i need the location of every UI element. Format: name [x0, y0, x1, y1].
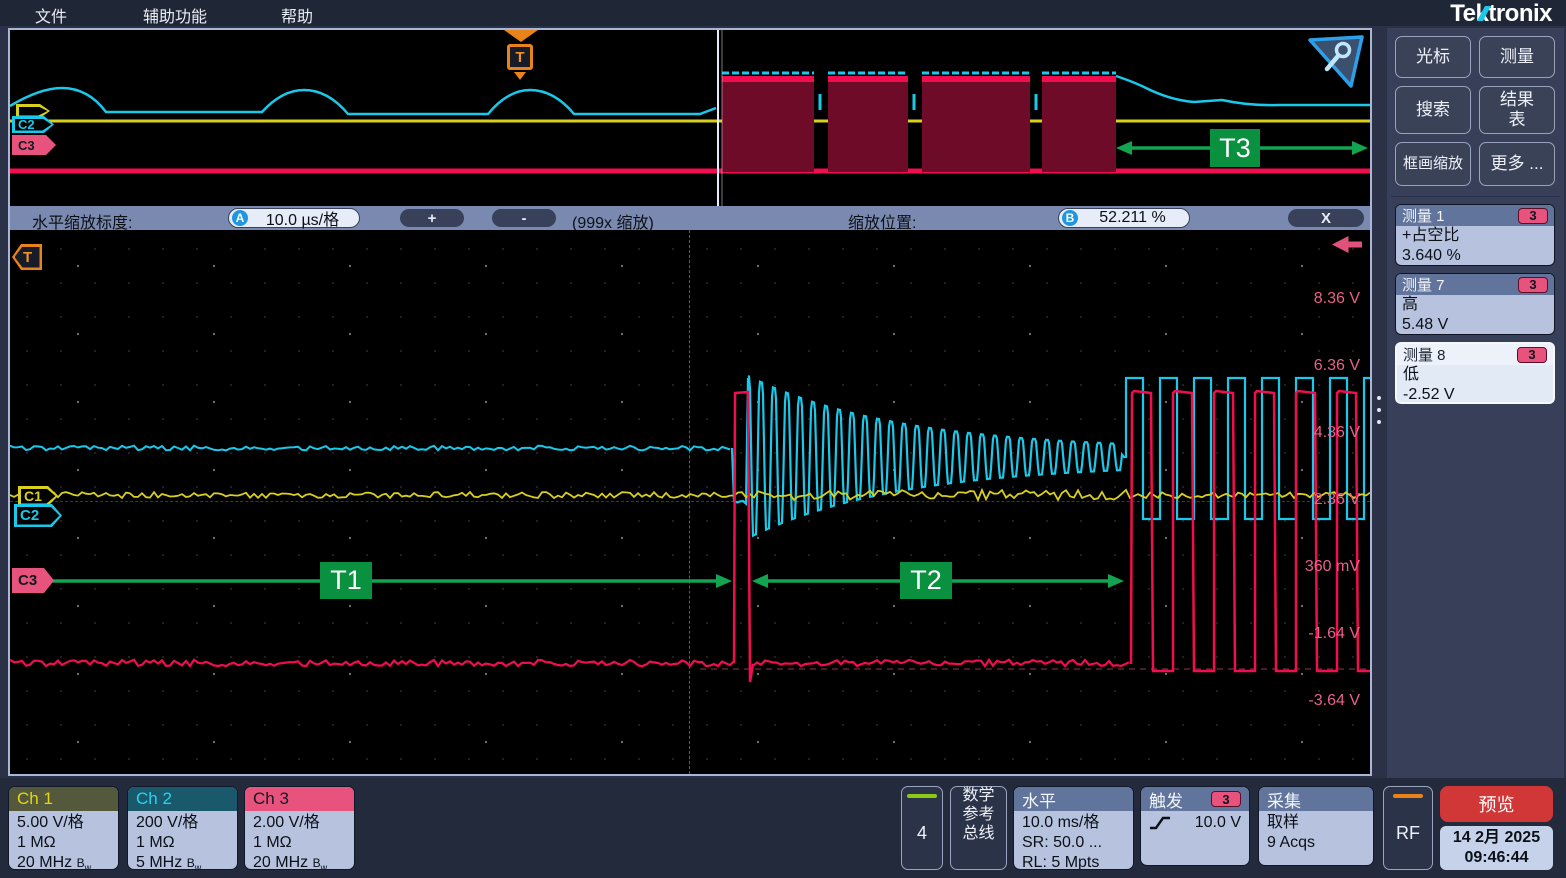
search-button[interactable]: 搜索 [1395, 86, 1471, 134]
menu-bar: 文件 辅助功能 帮助 Tektronix [0, 0, 1566, 26]
voltage-label-0: 8.36 V [1240, 290, 1360, 308]
t2-annotation-label: T2 [900, 562, 952, 599]
measurement-badge-7[interactable]: 测量 73 高5.48 V [1395, 273, 1555, 335]
zoom-out-button[interactable]: - [492, 209, 556, 227]
trigger-badge[interactable]: 触发3 10.0 V [1140, 786, 1250, 866]
measurement-badge-8[interactable]: 测量 83 低-2.52 V [1395, 342, 1555, 404]
right-sidebar: 光标 测量 搜索 结果表 框画缩放 更多 ... 测量 13 +占空比3.640… [1387, 28, 1564, 778]
knob-b-icon: B [1062, 210, 1078, 226]
preview-button[interactable]: 预览 [1440, 786, 1553, 822]
knob-a-icon: A [232, 210, 248, 226]
waveform-overview[interactable]: C2 C3 T T3 [10, 30, 1370, 206]
display-frame: C2 C3 T T3 水平缩放标度: A [8, 28, 1372, 776]
channel-marker-c2[interactable]: C2 [14, 504, 62, 527]
source-chip: 3 [1517, 347, 1547, 363]
acquisition-badge[interactable]: 采集 取样 9 Acqs [1258, 786, 1374, 866]
tektronix-logo: Tektronix [1450, 0, 1552, 28]
zoom-flag-icon[interactable] [1306, 34, 1366, 92]
zoom-control-bar: 水平缩放标度: A 10.0 µs/格 + - (999x 缩放) 缩放位置: … [10, 206, 1370, 230]
voltage-label-4: 360 mV [1240, 558, 1360, 576]
zoom-position-knob[interactable]: B 52.211 % [1058, 208, 1190, 228]
voltage-label-5: -1.64 V [1240, 625, 1360, 643]
t3-annotation-label: T3 [1210, 129, 1260, 167]
bottom-bar: Ch 1 5.00 V/格 1 MΩ 20 MHz Bw Ch 2 200 V/… [0, 778, 1566, 878]
trigger-source-chip: 3 [1211, 791, 1241, 807]
channel-badge-ch2[interactable]: Ch 2 200 V/格 1 MΩ 5 MHz Bw [127, 786, 238, 870]
measurement-badge-1[interactable]: 测量 13 +占空比3.640 % [1395, 204, 1555, 266]
zoom-scale-knob[interactable]: A 10.0 µs/格 [228, 208, 360, 228]
main-waveforms [10, 230, 1370, 774]
trigger-position-pointer [514, 72, 526, 80]
menu-utility[interactable]: 辅助功能 [143, 3, 207, 27]
draw-a-box-zoom-button[interactable]: 框画缩放 [1395, 142, 1471, 186]
zoom-close-button[interactable]: X [1288, 209, 1364, 227]
panel-drag-handle[interactable] [1377, 396, 1383, 424]
trigger-position-triangle[interactable] [504, 30, 538, 42]
date-time-display: 14 2月 202509:46:44 [1440, 826, 1553, 870]
channel-badge-ch1[interactable]: Ch 1 5.00 V/格 1 MΩ 20 MHz Bw [8, 786, 119, 870]
cursors-button[interactable]: 光标 [1395, 36, 1471, 78]
t1-annotation-label: T1 [320, 562, 372, 599]
source-chip: 3 [1518, 208, 1548, 224]
zoom-scale-label: 水平缩放标度: [32, 209, 132, 230]
menu-file[interactable]: 文件 [35, 3, 67, 27]
zoom-in-button[interactable]: + [400, 209, 464, 227]
math-ref-bus-button[interactable]: 数学参考总线 [950, 786, 1007, 870]
channel-badge-ch4-off[interactable]: 4 [901, 786, 943, 870]
measure-button[interactable]: 测量 [1479, 36, 1555, 78]
voltage-label-1: 6.36 V [1240, 357, 1360, 375]
horizontal-badge[interactable]: 水平 10.0 ms/格 SR: 50.0 ... RL: 5 Mpts [1013, 786, 1134, 870]
menu-help[interactable]: 帮助 [281, 3, 313, 27]
trigger-position-marker[interactable]: T [507, 44, 533, 70]
rising-edge-icon [1149, 814, 1171, 832]
sidebar-divider [1391, 196, 1560, 197]
rf-badge[interactable]: RF [1383, 786, 1433, 870]
voltage-label-3: 2.36 V [1240, 491, 1360, 509]
voltage-label-6: -3.64 V [1240, 692, 1360, 710]
voltage-label-2: 4.36 V [1240, 424, 1360, 442]
more-button[interactable]: 更多 ... [1479, 142, 1555, 186]
channel-badge-ch3[interactable]: Ch 3 2.00 V/格 1 MΩ 20 MHz Bw [244, 786, 355, 870]
zoom-position-label: 缩放位置: [848, 209, 916, 230]
zoom-factor-label: (999x 缩放) [572, 209, 654, 230]
overview-waveforms [10, 30, 1370, 206]
oscilloscope-app: 文件 辅助功能 帮助 Tektronix C2 C3 T [0, 0, 1566, 878]
results-table-button[interactable]: 结果表 [1479, 86, 1555, 134]
source-chip: 3 [1518, 277, 1548, 293]
main-graticule[interactable]: T C1 C2 C3 8.36 V 6.36 V 4.36 V 2.36 V 3… [10, 230, 1370, 774]
